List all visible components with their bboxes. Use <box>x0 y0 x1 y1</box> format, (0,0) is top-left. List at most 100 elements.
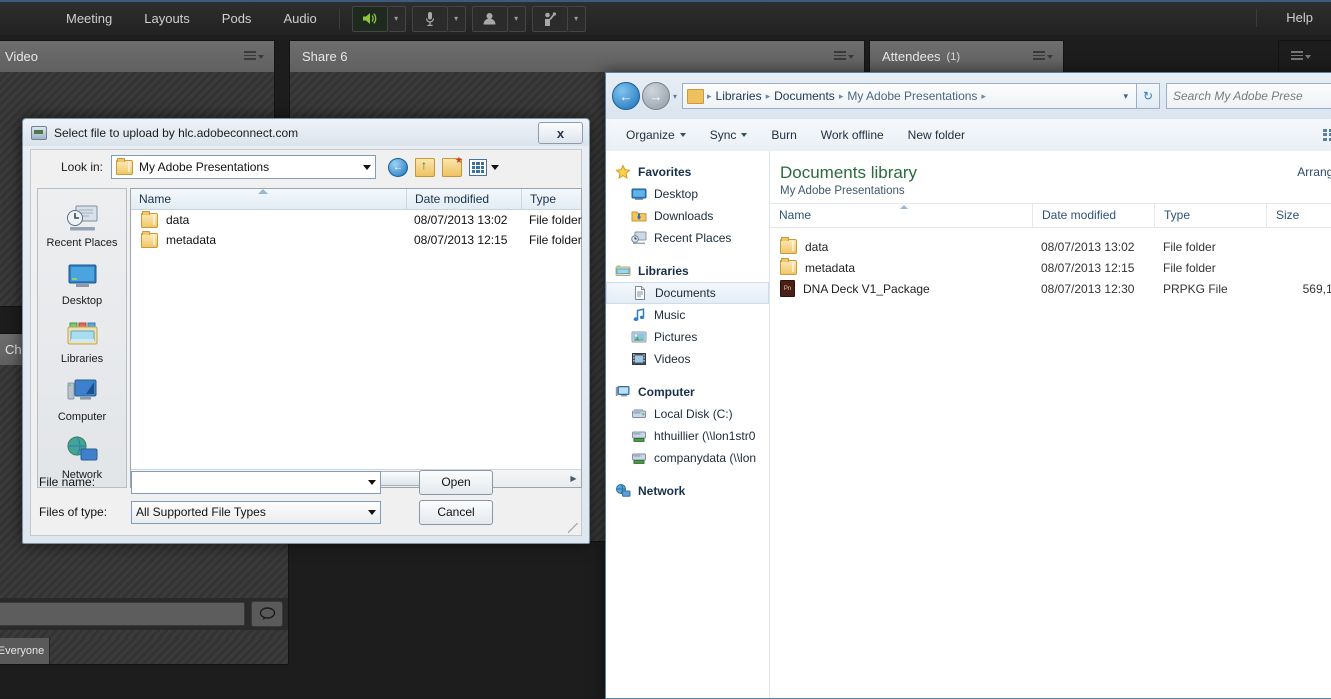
table-row[interactable]: Pn DNA Deck V1_Package 08/07/2013 12:30 … <box>770 278 1331 299</box>
dialog-file-date-cell: 08/07/2013 12:15 <box>414 233 508 247</box>
list-item[interactable]: metadata 08/07/2013 12:15 File folder <box>131 230 582 250</box>
nav-item-recent-places[interactable]: Recent Places <box>606 227 769 249</box>
raise-hand-icon[interactable] <box>531 5 568 32</box>
place-desktop[interactable]: Desktop <box>38 255 126 313</box>
pod-attendees-menu-button[interactable] <box>1033 51 1053 62</box>
file-date-cell: 08/07/2013 12:30 <box>1041 281 1135 296</box>
pod-right-menu-button[interactable] <box>1291 51 1311 62</box>
up-one-level-icon[interactable] <box>415 157 435 177</box>
search-input[interactable]: Search My Adobe Prese <box>1166 83 1331 109</box>
change-view-icon[interactable] <box>1323 128 1331 142</box>
table-row[interactable]: data 08/07/2013 13:02 File folder <box>770 236 1331 257</box>
nav-group-libraries[interactable]: Libraries <box>606 260 769 282</box>
nav-item-desktop[interactable]: Desktop <box>606 183 769 205</box>
dialog-column-type[interactable]: Type <box>521 189 581 209</box>
menu-pods[interactable]: Pods <box>206 3 268 34</box>
raise-hand-glyph <box>544 11 556 26</box>
nav-item-videos[interactable]: Videos <box>606 348 769 370</box>
cancel-button[interactable]: Cancel <box>419 499 493 525</box>
nav-item-hthuillier[interactable]: hthuillier (\\lon1str0 <box>606 425 769 447</box>
place-libraries[interactable]: Libraries <box>38 313 126 371</box>
file-size-cell: 569,145 <box>1302 281 1331 296</box>
chat-tabs: Everyone <box>0 638 288 664</box>
nav-item-local-disk-c[interactable]: Local Disk (C:) <box>606 403 769 425</box>
file-name-label: metadata <box>805 260 856 275</box>
chevron-down-icon[interactable] <box>368 479 376 485</box>
recent-locations-chevron-icon[interactable]: ▾ <box>673 92 677 101</box>
column-header-date[interactable]: Date modified <box>1032 204 1154 227</box>
nav-group-computer[interactable]: Computer <box>606 381 769 403</box>
microphone-icon[interactable] <box>411 5 448 32</box>
column-header-size[interactable]: Size <box>1266 204 1331 227</box>
pod-attendees-title: Attendees <box>882 49 941 64</box>
menu-layouts[interactable]: Layouts <box>128 3 206 34</box>
table-row[interactable]: metadata 08/07/2013 12:15 File folder <box>770 257 1331 278</box>
open-button[interactable]: Open <box>419 469 493 495</box>
speaker-icon[interactable] <box>351 5 388 32</box>
breadcrumb-dropdown-icon[interactable]: ▾ <box>1123 91 1132 102</box>
nav-item-music[interactable]: Music <box>606 304 769 326</box>
look-in-select[interactable]: My Adobe Presentations <box>111 155 376 179</box>
toolbar-organize-label: Organize <box>626 128 675 142</box>
nav-item-pictures[interactable]: Pictures <box>606 326 769 348</box>
file-date-cell: 08/07/2013 12:15 <box>1041 260 1135 275</box>
nav-item-documents[interactable]: Documents <box>606 282 769 304</box>
help-link[interactable]: Help <box>1286 2 1313 33</box>
breadcrumb[interactable]: ▸ Libraries ▸ Documents ▸ My Adobe Prese… <box>682 83 1137 109</box>
libraries-icon <box>615 263 631 279</box>
breadcrumb-item-libraries[interactable]: Libraries <box>712 89 766 103</box>
raise-hand-dropdown-arrow[interactable]: ▾ <box>567 5 586 32</box>
resize-grip[interactable] <box>568 523 578 533</box>
place-computer[interactable]: Computer <box>38 371 126 429</box>
pod-video-titlebar: Video <box>0 41 274 73</box>
chat-input[interactable] <box>0 602 245 626</box>
back-icon[interactable]: ← <box>388 157 408 177</box>
pod-share-title: Share 6 <box>302 49 348 64</box>
file-name-label: data <box>805 239 829 254</box>
explorer-body: Favorites Desktop Downloads Recent Place… <box>606 151 1331 698</box>
list-item[interactable]: data 08/07/2013 13:02 File folder <box>131 210 582 230</box>
dialog-column-date[interactable]: Date modified <box>406 189 521 209</box>
place-recent-places[interactable]: Recent Places <box>38 197 126 255</box>
chevron-down-icon[interactable] <box>368 509 376 515</box>
nav-item-companydata[interactable]: companydata (\\lon <box>606 447 769 469</box>
toolbar-sync[interactable]: Sync <box>698 120 760 150</box>
toolbar-organize[interactable]: Organize <box>614 120 698 150</box>
pod-share-menu-button[interactable] <box>834 51 854 62</box>
breadcrumb-sep: ▸ <box>981 90 986 101</box>
speaker-dropdown-arrow[interactable]: ▾ <box>387 5 406 32</box>
webcam-icon[interactable] <box>471 5 508 32</box>
column-header-type[interactable]: Type <box>1154 204 1266 227</box>
refresh-icon[interactable]: ↻ <box>1137 83 1160 109</box>
files-of-type-select[interactable]: All Supported File Types <box>131 500 381 524</box>
webcam-dropdown-arrow[interactable]: ▾ <box>507 5 526 32</box>
back-icon[interactable]: ← <box>612 82 640 110</box>
pictures-icon <box>631 329 647 345</box>
speech-bubble-icon[interactable] <box>251 601 283 627</box>
nav-group-network[interactable]: Network <box>606 480 769 502</box>
arrange-by-label[interactable]: Arrange <box>1297 165 1331 179</box>
column-header-name[interactable]: Name <box>770 204 1032 227</box>
breadcrumb-item-my-adobe-presentations[interactable]: My Adobe Presentations <box>843 89 981 103</box>
pod-video-menu-button[interactable] <box>244 51 264 62</box>
dialog-column-name[interactable]: Name <box>131 189 406 209</box>
close-icon[interactable]: x <box>538 122 583 144</box>
chat-tab-everyone[interactable]: Everyone <box>0 638 50 664</box>
toolbar-burn[interactable]: Burn <box>759 120 808 150</box>
file-name-input[interactable] <box>131 470 381 494</box>
new-folder-icon[interactable] <box>442 155 463 177</box>
views-icon[interactable] <box>469 158 487 176</box>
nav-group-favorites[interactable]: Favorites <box>606 161 769 183</box>
menu-meeting[interactable]: Meeting <box>50 3 128 34</box>
nav-item-companydata-label: companydata (\\lon <box>654 451 757 465</box>
dialog-content: Look in: My Adobe Presentations ← ↑ ★ Re… <box>30 149 582 536</box>
menu-audio[interactable]: Audio <box>267 3 332 34</box>
toolbar-work-offline[interactable]: Work offline <box>809 120 896 150</box>
toolbar-new-folder[interactable]: New folder <box>896 120 977 150</box>
chevron-down-icon <box>848 54 854 59</box>
forward-icon[interactable]: → <box>642 82 670 110</box>
chevron-down-icon[interactable] <box>491 164 499 170</box>
nav-item-downloads[interactable]: Downloads <box>606 205 769 227</box>
microphone-dropdown-arrow[interactable]: ▾ <box>447 5 466 32</box>
breadcrumb-item-documents[interactable]: Documents <box>770 89 839 103</box>
